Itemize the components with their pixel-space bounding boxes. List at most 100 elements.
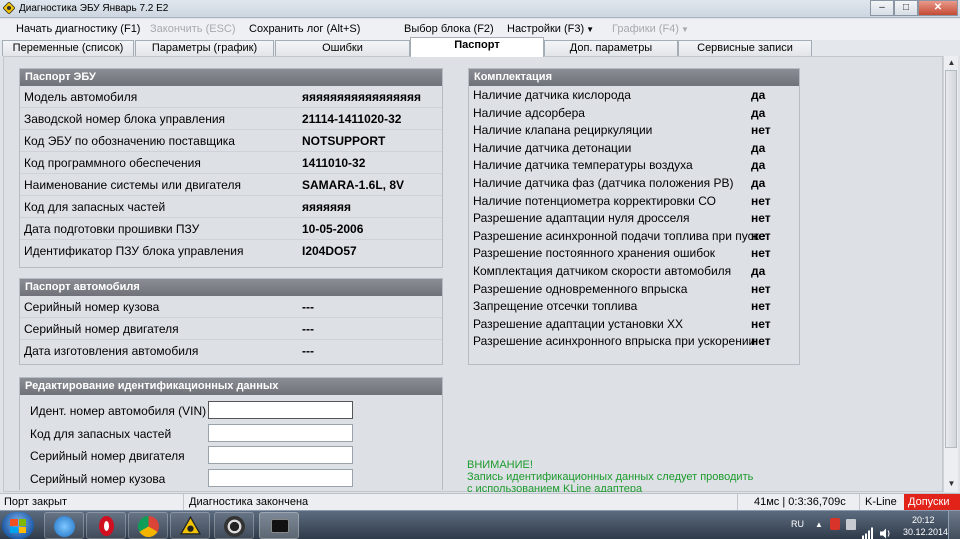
start-button[interactable] [2,512,34,539]
item-value: да [751,158,766,173]
row-value: NOTSUPPORT [302,134,386,148]
item-label: Наличие датчика кислорода [473,88,631,102]
row-label: Заводской номер блока управления [24,112,226,126]
security-flag-icon[interactable] [830,518,840,530]
diagnostics-app-icon [180,516,201,535]
item-label: Наличие адсорбера [473,105,585,120]
row-label: Серийный номер кузова [24,300,160,314]
scroll-thumb[interactable] [945,70,957,448]
scroll-up-icon[interactable]: ▲ [946,58,957,68]
row-value: 1411010-32 [302,156,366,170]
tolerances-badge[interactable]: Допуски [904,494,960,511]
row-value: I204DO57 [302,244,357,258]
group-header: Редактирование идентификационных данных [20,378,442,395]
row-value: --- [302,322,314,336]
start-diagnostics-button[interactable]: Начать диагностику (F1) [16,23,140,35]
vin-input[interactable] [208,401,353,419]
item-label: Разрешение адаптации установки ХХ [473,316,683,331]
show-desktop-button[interactable] [948,511,960,539]
table-row: Дата подготовки прошивки ПЗУ 10-05-2006 [20,218,442,240]
tab-extra-params[interactable]: Доп. параметры [544,40,678,56]
settings-menu[interactable]: Настройки (F3) ▼ [507,23,594,35]
tab-variables-list[interactable]: Переменные (список) [2,40,134,56]
form-row: Идент. номер автомобиля (VIN) [20,399,442,422]
tab-params-chart[interactable]: Параметры (график) [135,40,274,56]
settings-label: Настройки (F3) [507,23,585,35]
kline-warning: ВНИМАНИЕ! Запись идентификационных данны… [467,459,753,492]
item-label: Разрешение адаптации нуля дросселя [473,211,690,226]
taskbar-ie[interactable] [44,512,84,539]
form-row: Код для запасных частей [20,422,442,445]
item-value: нет [751,228,771,243]
item-value: да [751,263,766,278]
list-item: Наличие адсорбера да [469,104,799,122]
list-item: Наличие датчика температуры воздуха да [469,156,799,174]
protocol-label: K-Line [865,496,897,508]
item-label: Наличие датчика детонации [473,140,632,155]
engine-serial-input[interactable] [208,446,353,464]
taskbar-opera[interactable] [86,512,126,539]
list-item: Разрешение асинхронного впрыска при уско… [469,332,799,350]
table-row: Код для запасных частей яяяяяяя [20,196,442,218]
row-label: Код ЭБУ по обозначению поставщика [24,134,235,148]
title-bar: Диагностика ЭБУ Январь 7.2 E2 – □ ✕ [0,0,960,18]
engine-serial-label: Серийный номер двигателя [30,449,185,463]
body-serial-label: Серийный номер кузова [30,471,166,486]
list-item: Разрешение адаптации нуля дросселя нет [469,209,799,227]
chevron-down-icon: ▼ [586,25,595,34]
item-label: Разрешение постоянного хранения ошибок [473,246,715,261]
device-icon[interactable] [846,519,856,530]
spare-code-input[interactable] [208,423,353,442]
taskbar-diagnostics[interactable] [170,512,210,539]
form-row: Серийный номер двигателя [20,444,442,467]
show-hidden-icons-icon[interactable]: ▲ [815,520,823,539]
finish-button[interactable]: Закончить (ESC) [150,23,236,35]
edit-id-group: Редактирование идентификационных данных … [19,377,443,490]
taskbar-steering[interactable] [214,512,254,539]
item-label: Разрешение асинхронной подачи топлива пр… [473,228,766,243]
row-value: яяяяяяяяяяяяяяяяя [302,90,422,104]
tab-passport[interactable]: Паспорт [410,37,544,57]
row-value: яяяяяяя [302,200,352,214]
tab-service-records[interactable]: Сервисные записи [678,40,812,56]
scroll-down-icon[interactable]: ▼ [946,479,957,489]
signal-strength-icon[interactable] [862,519,874,539]
row-label: Дата подготовки прошивки ПЗУ [24,222,200,236]
vin-label: Идент. номер автомобиля (VIN) [30,404,207,418]
select-block-button[interactable]: Выбор блока (F2) [404,23,494,35]
minimize-button[interactable]: – [870,0,894,16]
table-row: Код программного обеспечения 1411010-32 [20,152,442,174]
save-log-button[interactable]: Сохранить лог (Alt+S) [249,23,360,35]
clock-date[interactable]: 30.12.2014 [903,527,948,539]
list-item: Разрешение адаптации установки ХХ нет [469,315,799,333]
list-item: Наличие датчика кислорода да [469,86,799,104]
volume-icon[interactable] [879,519,891,539]
group-header: Паспорт автомобиля [20,279,442,296]
item-label: Разрешение одновременного впрыска [473,281,688,296]
item-label: Наличие датчика температуры воздуха [473,158,693,173]
item-value: нет [751,316,771,331]
taskbar-chrome[interactable] [128,512,168,539]
item-value: да [751,105,766,120]
list-item: Разрешение одновременного впрыска нет [469,280,799,298]
row-label: Дата изготовления автомобиля [24,344,199,358]
vertical-scrollbar[interactable]: ▲ ▼ [943,56,958,492]
row-value: 10-05-2006 [302,222,364,236]
item-value: нет [751,211,771,226]
list-item: Запрещение отсечки топлива нет [469,297,799,315]
charts-label: Графики (F4) [612,23,679,35]
tab-errors[interactable]: Ошибки [275,40,410,56]
list-item: Наличие клапана рециркуляции нет [469,121,799,139]
item-label: Наличие клапана рециркуляции [473,123,653,138]
maximize-button[interactable]: □ [894,0,918,16]
list-item: Комплектация датчиком скорости автомобил… [469,262,799,280]
charts-menu[interactable]: Графики (F4) ▼ [612,23,689,35]
table-row: Идентификатор ПЗУ блока управления I204DO… [20,240,442,262]
row-label: Серийный номер двигателя [24,322,179,336]
row-label: Модель автомобиля [24,90,138,104]
body-serial-input[interactable] [208,468,353,487]
item-value: нет [751,334,771,349]
taskbar-terminal[interactable] [259,512,299,539]
close-button[interactable]: ✕ [918,0,958,16]
language-indicator[interactable]: RU [791,519,804,539]
